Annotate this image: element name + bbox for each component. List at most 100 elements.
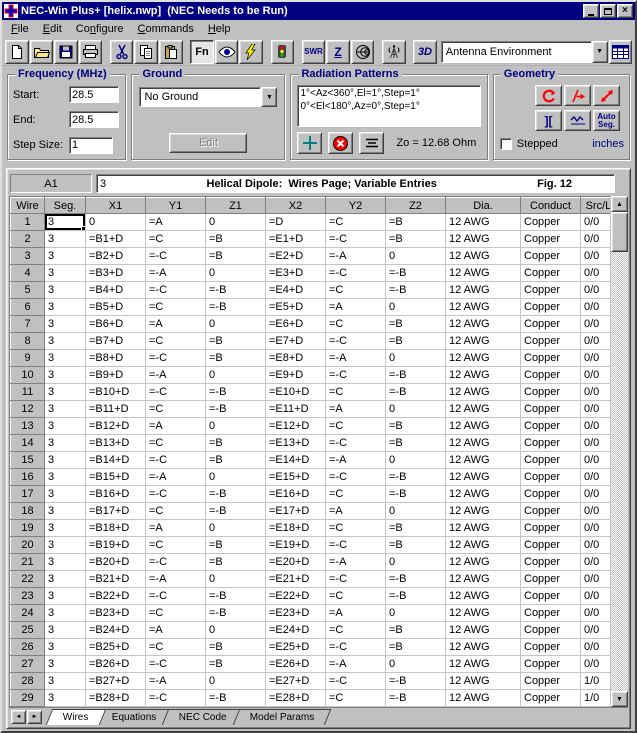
grid-cell[interactable]: 3 [45,588,86,605]
grid-cell[interactable]: =-B [386,588,446,605]
grid-cell[interactable]: 12 AWG [446,299,521,316]
grid-cell[interactable]: 0/0 [581,384,611,401]
grid-cell[interactable]: =B3+D [86,265,146,282]
grid-cell[interactable]: =E16+D [266,486,326,503]
grid-cell[interactable]: Copper [521,622,581,639]
scrollbar-track[interactable] [611,212,628,691]
tab-scroll-right-button[interactable]: ► [27,710,42,724]
maximize-button[interactable] [600,4,616,18]
grid-cell[interactable]: 3 [45,282,86,299]
grid-cell[interactable]: =B1+D [86,231,146,248]
grid-cell[interactable]: 0 [206,367,266,384]
grid-cell[interactable]: 12 AWG [446,571,521,588]
row-header[interactable]: 9 [11,350,45,367]
grid-cell[interactable]: =C [326,588,386,605]
grid-cell[interactable]: 0 [206,469,266,486]
grid-cell[interactable]: =B27+D [86,673,146,690]
chevron-down-icon[interactable]: ▼ [261,87,277,107]
grid-cell[interactable]: =C [326,384,386,401]
grid-cell[interactable]: =E27+D [266,673,326,690]
column-header-dia-[interactable]: Dia. [446,198,521,214]
grid-cell[interactable]: 1/0 [581,673,611,690]
grid-cell[interactable]: =B18+D [86,520,146,537]
grid-cell[interactable]: 12 AWG [446,452,521,469]
grid-cell[interactable]: 12 AWG [446,418,521,435]
grid-cell[interactable]: =-C [146,384,206,401]
grid-cell[interactable]: =B23+D [86,605,146,622]
grid-cell[interactable]: 0/0 [581,367,611,384]
grid-cell[interactable]: =B [386,520,446,537]
grid-cell[interactable]: 0/0 [581,248,611,265]
row-header[interactable]: 11 [11,384,45,401]
grid-cell[interactable]: =B8+D [86,350,146,367]
copy-button[interactable] [134,40,158,64]
grid-cell[interactable]: =E3+D [266,265,326,282]
grid-cell[interactable]: 0/0 [581,469,611,486]
row-header[interactable]: 17 [11,486,45,503]
grid-cell[interactable]: Copper [521,316,581,333]
grid-cell[interactable]: =-B [206,588,266,605]
grid-cell[interactable]: =-C [326,231,386,248]
grid-cell[interactable]: 0/0 [581,401,611,418]
grid-cell[interactable]: =E6+D [266,316,326,333]
grid-cell[interactable]: 0 [206,520,266,537]
cut-button[interactable] [110,40,134,64]
grid-cell[interactable]: =B [206,333,266,350]
row-header[interactable]: 10 [11,367,45,384]
grid-cell[interactable]: =-A [146,469,206,486]
grid-cell[interactable]: =-C [146,486,206,503]
fn-toggle-button[interactable]: Fn [190,40,214,64]
grid-cell[interactable]: =B22+D [86,588,146,605]
grid-cell[interactable]: 0/0 [581,316,611,333]
grid-cell[interactable]: =C [146,333,206,350]
scroll-down-button[interactable]: ▼ [611,691,628,707]
grid-cell[interactable]: =C [326,214,386,231]
grid-cell[interactable]: 12 AWG [446,214,521,231]
grid-cell[interactable]: 3 [45,367,86,384]
row-header[interactable]: 19 [11,520,45,537]
row-header[interactable]: 13 [11,418,45,435]
grid-cell[interactable]: =B4+D [86,282,146,299]
grid-cell[interactable]: 0 [386,401,446,418]
grid-cell[interactable]: 3 [45,248,86,265]
row-header[interactable]: 28 [11,673,45,690]
grid-cell[interactable]: =B7+D [86,333,146,350]
grid-cell[interactable]: =B13+D [86,435,146,452]
grid-cell[interactable]: 0/0 [581,537,611,554]
grid-cell[interactable]: 0 [206,622,266,639]
tab-model-params[interactable]: Model Params [233,709,332,725]
grid-cell[interactable]: =B2+D [86,248,146,265]
grid-cell[interactable]: =-A [146,367,206,384]
grid-cell[interactable]: =B [386,418,446,435]
menu-edit[interactable]: Edit [36,22,69,36]
grid-cell[interactable]: =-A [326,350,386,367]
grid-cell[interactable]: 3 [45,656,86,673]
grid-cell[interactable]: =B20+D [86,554,146,571]
ground-select[interactable]: No Ground ▼ [139,87,277,107]
grid-cell[interactable]: =E22+D [266,588,326,605]
grid-cell[interactable]: Copper [521,418,581,435]
end-input[interactable] [69,111,119,128]
grid-cell[interactable]: =-B [206,299,266,316]
grid-cell[interactable]: 0/0 [581,520,611,537]
grid-cell[interactable]: 3 [45,384,86,401]
grid-cell[interactable]: Copper [521,282,581,299]
grid-cell[interactable]: Copper [521,656,581,673]
grid-cell[interactable]: 12 AWG [446,384,521,401]
grid-cell[interactable]: 3 [45,231,86,248]
scroll-up-button[interactable]: ▲ [611,196,628,212]
grid-cell[interactable]: 12 AWG [446,588,521,605]
grid-cell[interactable]: =C [326,316,386,333]
minimize-button[interactable] [583,4,599,18]
auto-seg-button[interactable]: Auto Seg. [593,110,620,131]
grid-cell[interactable]: =E2+D [266,248,326,265]
grid-cell[interactable]: 0/0 [581,265,611,282]
grid-cell[interactable]: =-C [146,452,206,469]
grid-cell[interactable]: =B [386,333,446,350]
grid-cell[interactable]: =C [146,605,206,622]
column-header-src-ld[interactable]: Src/Ld [581,198,611,214]
grid-cell[interactable]: =A [146,622,206,639]
swr-button[interactable]: SWR [302,40,326,64]
row-header[interactable]: 15 [11,452,45,469]
grid-cell[interactable]: =A [326,503,386,520]
